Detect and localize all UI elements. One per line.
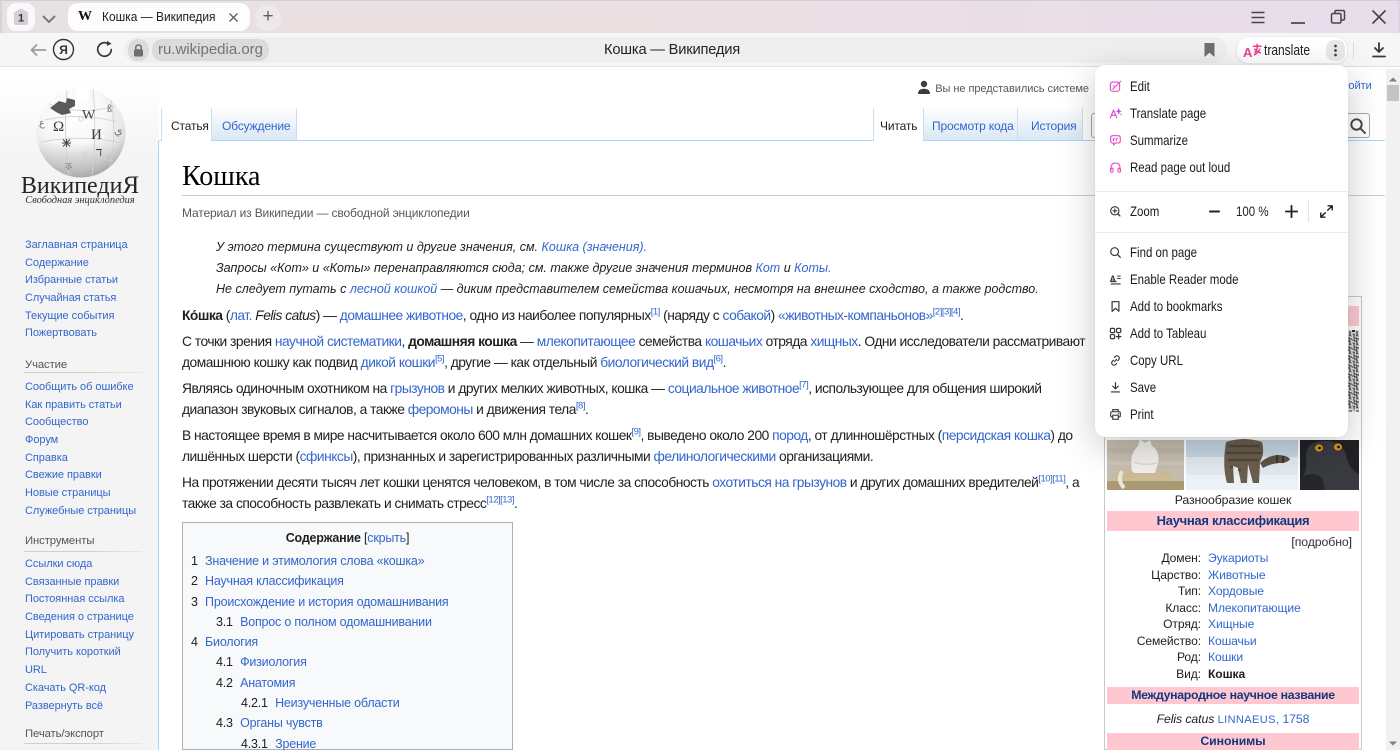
svg-text:Я: Я bbox=[59, 43, 68, 57]
svg-text:1: 1 bbox=[18, 13, 24, 25]
svg-text:Ω: Ω bbox=[53, 119, 64, 135]
svg-text:ß: ß bbox=[107, 104, 112, 115]
svg-text:ع: ع bbox=[39, 118, 45, 129]
svg-text:A: A bbox=[1243, 45, 1253, 60]
svg-text:ي: ي bbox=[114, 125, 123, 137]
svg-text:W: W bbox=[82, 108, 96, 123]
svg-text:A: A bbox=[1110, 274, 1117, 284]
svg-text:ד: ד bbox=[96, 144, 102, 159]
svg-text:И: И bbox=[91, 127, 102, 143]
